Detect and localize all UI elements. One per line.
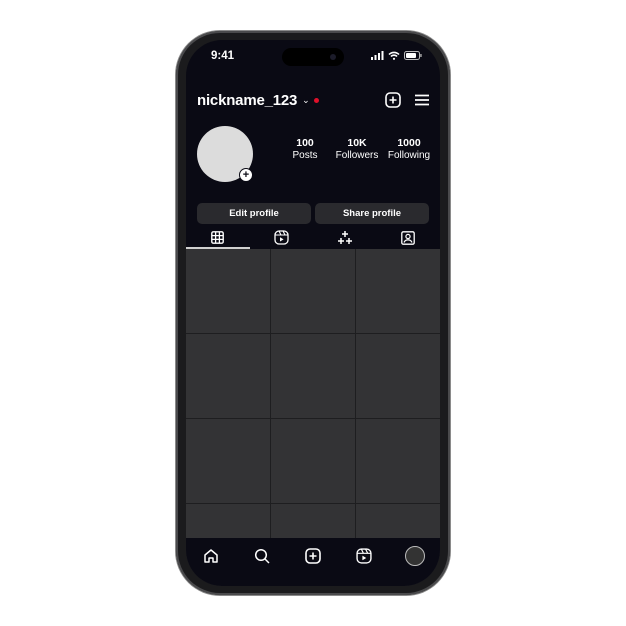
bottom-nav	[186, 538, 440, 586]
share-profile-button[interactable]: Share profile	[315, 203, 429, 224]
tab-effects[interactable]	[313, 226, 377, 249]
reels-icon	[356, 548, 372, 564]
tab-reels[interactable]	[250, 226, 314, 249]
screen: 9:41 nickname_123 ⌄ + 100 Posts 10K Follow…	[186, 40, 440, 586]
username[interactable]: nickname_123	[197, 92, 297, 109]
reels-icon	[274, 230, 289, 245]
nav-reels[interactable]	[352, 544, 376, 568]
status-time: 9:41	[211, 50, 235, 62]
post-tile[interactable]	[271, 419, 355, 503]
grid-icon	[211, 231, 225, 244]
post-tile[interactable]	[186, 249, 270, 333]
nav-profile[interactable]	[403, 544, 427, 568]
add-story-icon[interactable]: +	[239, 168, 253, 182]
edit-profile-button[interactable]: Edit profile	[197, 203, 311, 224]
avatar-icon	[404, 546, 425, 566]
content-tabs	[186, 226, 440, 249]
tab-grid[interactable]	[186, 226, 250, 249]
post-tile[interactable]	[356, 419, 440, 503]
status-bar: 9:41	[186, 40, 440, 70]
post-tile[interactable]	[271, 334, 355, 418]
battery-icon	[404, 51, 422, 60]
profile-actions: Edit profile Share profile	[197, 203, 429, 224]
home-icon	[204, 549, 219, 563]
profile-header: nickname_123 ⌄	[197, 88, 429, 112]
nav-home[interactable]	[199, 544, 223, 568]
camera-icon	[330, 54, 336, 60]
post-tile[interactable]	[271, 249, 355, 333]
stat-followers[interactable]: 10K Followers	[331, 137, 383, 161]
post-tile[interactable]	[186, 334, 270, 418]
dynamic-island	[282, 48, 344, 66]
nav-create[interactable]	[301, 544, 325, 568]
menu-icon[interactable]	[415, 94, 429, 106]
sparkles-icon	[337, 230, 352, 244]
stat-posts[interactable]: 100 Posts	[279, 137, 331, 161]
wifi-icon	[388, 51, 400, 60]
plus-square-icon	[305, 548, 321, 564]
profile-section: + 100 Posts 10K Followers 1000 Following	[197, 126, 430, 186]
signal-icon	[371, 51, 384, 60]
posts-grid	[186, 249, 440, 586]
tab-tagged[interactable]	[377, 226, 441, 249]
profile-stats: 100 Posts 10K Followers 1000 Following	[279, 137, 435, 161]
post-tile[interactable]	[186, 419, 270, 503]
search-icon	[255, 548, 270, 564]
nav-search[interactable]	[250, 544, 274, 568]
phone-frame: 9:41 nickname_123 ⌄ + 100 Posts 10K Follow…	[176, 31, 450, 595]
chevron-down-icon[interactable]: ⌄	[302, 95, 310, 106]
stat-following[interactable]: 1000 Following	[383, 137, 435, 161]
post-tile[interactable]	[356, 249, 440, 333]
new-post-icon[interactable]	[385, 92, 401, 108]
notification-dot	[313, 97, 319, 103]
tagged-person-icon	[401, 230, 416, 245]
post-tile[interactable]	[356, 334, 440, 418]
